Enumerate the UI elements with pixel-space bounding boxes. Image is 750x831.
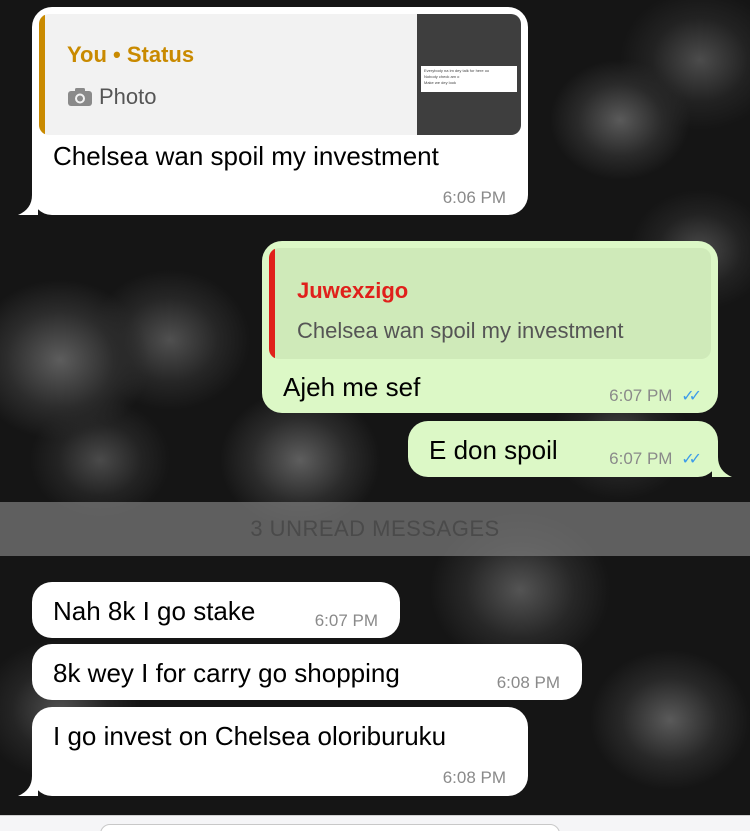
message-bubble-incoming[interactable]: I go invest on Chelsea oloriburuku 6:08 … (32, 707, 528, 796)
double-check-icon: ✓✓ (681, 451, 702, 468)
quoted-message[interactable]: Juwexzigo Chelsea wan spoil my investmen… (269, 248, 711, 359)
quote-author: Juwexzigo (297, 278, 409, 303)
bubble-tail (18, 776, 38, 796)
bubble-tail (18, 195, 38, 215)
message-bubble-outgoing[interactable]: Juwexzigo Chelsea wan spoil my investmen… (262, 241, 718, 413)
quote-text: Chelsea wan spoil my investment (297, 318, 624, 343)
message-text: E don spoil (429, 435, 558, 465)
message-bubble-incoming[interactable]: 8k wey I for carry go shopping 6:08 PM (32, 644, 582, 700)
quote-accent-bar (269, 248, 275, 359)
message-time-row: 6:07 PM ✓✓ (609, 386, 702, 406)
message-text: I go invest on Chelsea oloriburuku (53, 721, 447, 751)
quote-author: You • Status (67, 42, 195, 67)
message-input[interactable] (100, 824, 560, 831)
message-time-row: 6:07 PM ✓✓ (609, 449, 702, 469)
unread-messages-divider: 3 UNREAD MESSAGES (0, 502, 750, 556)
message-time: 6:08 PM (442, 768, 506, 787)
quote-accent-bar (39, 14, 45, 135)
unread-label: 3 UNREAD MESSAGES (250, 516, 500, 541)
quote-media-row: Photo (67, 84, 157, 110)
quoted-status[interactable]: You • Status Photo Everybody na im dey t… (39, 14, 521, 135)
bubble-tail (712, 457, 732, 477)
status-thumbnail: Everybody na im dey talk for here oo Nob… (417, 14, 521, 135)
message-bubble-incoming[interactable]: You • Status Photo Everybody na im dey t… (32, 7, 528, 215)
quote-media-label: Photo (99, 84, 157, 109)
camera-icon (68, 88, 92, 106)
message-text: Nah 8k I go stake (53, 596, 256, 626)
message-time: 6:07 PM (609, 386, 673, 405)
thumbnail-line: Make we dey look (424, 80, 457, 85)
message-time: 6:08 PM (496, 673, 560, 692)
message-text: Ajeh me sef (283, 372, 421, 402)
message-text: Chelsea wan spoil my investment (53, 141, 439, 171)
message-bubble-outgoing[interactable]: E don spoil 6:07 PM ✓✓ (408, 421, 718, 477)
double-check-icon: ✓✓ (681, 388, 702, 405)
message-time: 6:07 PM (609, 449, 673, 468)
message-bubble-incoming[interactable]: Nah 8k I go stake 6:07 PM (32, 582, 400, 638)
message-time: 6:07 PM (314, 611, 378, 630)
thumbnail-text-card: Everybody na im dey talk for here oo Nob… (421, 66, 517, 92)
message-text: 8k wey I for carry go shopping (53, 658, 400, 688)
message-time: 6:06 PM (442, 188, 506, 207)
compose-bar (0, 815, 750, 831)
